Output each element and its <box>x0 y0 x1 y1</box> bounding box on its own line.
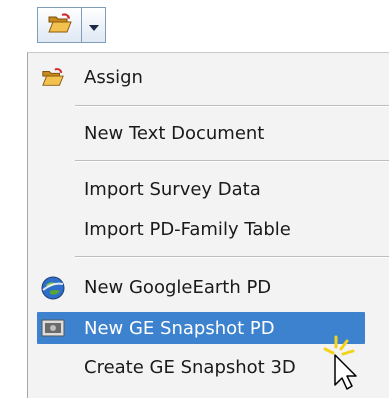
menu-item-new-ge-snapshot-pd[interactable]: New GE Snapshot PD <box>37 312 365 344</box>
open-button[interactable] <box>37 7 81 43</box>
dropdown-arrow-button[interactable] <box>81 7 106 43</box>
menu-item-label: Import PD-Family Table <box>84 218 291 240</box>
mouse-cursor-icon <box>323 335 363 391</box>
menu-item-label: Create GE Snapshot 3D <box>84 356 296 378</box>
menu-separator <box>75 256 389 258</box>
menu-item-new-text-document[interactable]: New Text Document <box>28 117 389 149</box>
open-split-button[interactable] <box>37 7 106 43</box>
menu-item-label: New GE Snapshot PD <box>84 317 275 339</box>
menu-item-label: New GoogleEarth PD <box>84 276 272 298</box>
menu-item-new-googleearth-pd[interactable]: New GoogleEarth PD <box>28 271 389 303</box>
menu-item-import-pd-family-table[interactable]: Import PD-Family Table <box>28 213 389 245</box>
google-earth-icon <box>41 276 65 300</box>
open-folder-icon <box>47 12 73 38</box>
chevron-down-icon <box>88 16 99 35</box>
menu-item-assign[interactable]: Assign <box>28 61 389 93</box>
menu-item-label: Assign <box>84 66 143 88</box>
menu-item-label: New Text Document <box>84 122 265 144</box>
open-folder-icon <box>41 66 65 88</box>
screenshot-stage: Assign New Text Document Import Survey D… <box>0 0 389 398</box>
menu-item-label: Import Survey Data <box>84 178 261 200</box>
snapshot-icon <box>41 317 65 339</box>
menu-item-import-survey-data[interactable]: Import Survey Data <box>28 173 389 205</box>
menu-separator <box>75 160 389 162</box>
menu-separator <box>75 105 389 107</box>
